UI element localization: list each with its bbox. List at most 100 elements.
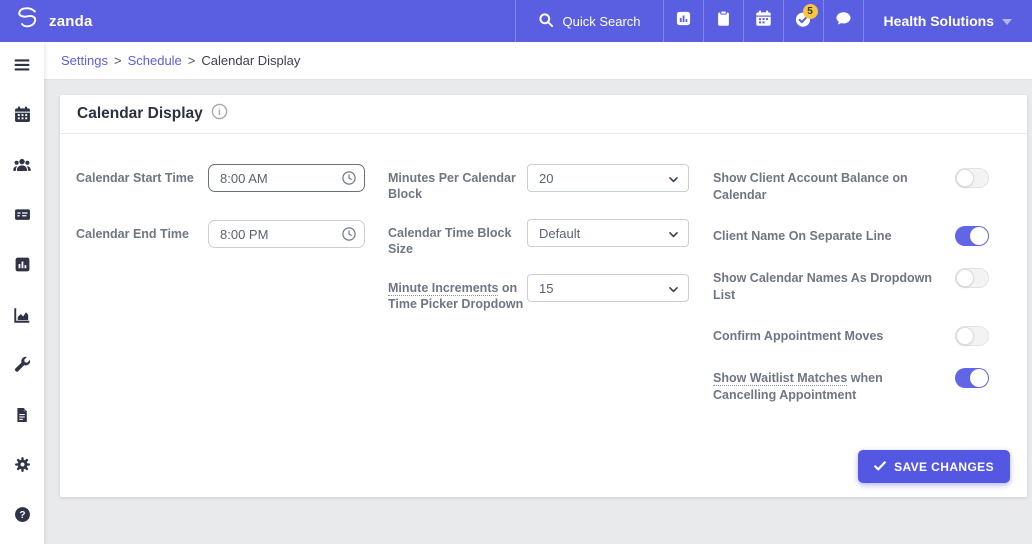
sidebar-item-documents[interactable]: [0, 392, 44, 442]
field-row-time-block-size: Calendar Time Block Size Default: [388, 219, 713, 257]
sidebar-item-settings[interactable]: [0, 442, 44, 492]
confirm-appointment-moves-toggle[interactable]: [955, 326, 989, 346]
time-block-size-select[interactable]: Default: [527, 219, 689, 247]
calendar-button[interactable]: [742, 0, 783, 42]
breadcrumb-current-page: Calendar Display: [201, 53, 301, 68]
minutes-per-block-label: Minutes Per Calendar Block: [388, 171, 516, 201]
minute-increments-tooltip-term[interactable]: Minute Increments: [388, 281, 499, 296]
minute-increments-select[interactable]: 15: [527, 274, 689, 302]
account-menu[interactable]: Health Solutions: [862, 0, 1032, 42]
calendar-start-time-label: Calendar Start Time: [76, 171, 194, 185]
sidebar-item-calendar[interactable]: [0, 92, 44, 142]
tasks-badge: 5: [802, 4, 818, 19]
toggle-knob: [970, 227, 988, 245]
toggle-row-confirm-appointment-moves: Confirm Appointment Moves: [713, 326, 989, 346]
calendar-start-time-wrap: [208, 164, 365, 192]
breadcrumb: Settings > Schedule > Calendar Display: [44, 42, 1032, 80]
top-navigation-bar: zanda Quick Search 5 Health Solutions: [0, 0, 1032, 42]
messages-button[interactable]: [822, 0, 863, 42]
toggle-knob: [956, 169, 974, 187]
sidebar-menu-button[interactable]: [0, 42, 44, 92]
calendar-names-dropdown-label: Show Calendar Names As Dropdown List: [713, 271, 933, 302]
time-block-size-label: Calendar Time Block Size: [388, 226, 512, 256]
help-icon: ?: [14, 506, 31, 528]
breadcrumb-schedule-link[interactable]: Schedule: [128, 53, 182, 68]
waitlist-matches-toggle[interactable]: [955, 368, 989, 388]
breadcrumb-settings-link[interactable]: Settings: [61, 53, 108, 68]
toggle-row-calendar-names-dropdown: Show Calendar Names As Dropdown List: [713, 268, 989, 304]
panel-title: Calendar Display: [77, 105, 203, 122]
quick-search-button[interactable]: Quick Search: [514, 0, 663, 42]
client-name-separate-line-toggle[interactable]: [955, 226, 989, 246]
calendar-icon: [755, 10, 772, 32]
field-row-calendar-end-time: Calendar End Time: [76, 220, 386, 248]
invoice-card-icon: [14, 206, 31, 228]
account-name: Health Solutions: [883, 13, 994, 29]
toggle-row-account-balance: Show Client Account Balance on Calendar: [713, 168, 989, 204]
calendar-end-time-label: Calendar End Time: [76, 227, 189, 241]
people-icon: [13, 156, 31, 179]
toggle-row-client-name-separate-line: Client Name On Separate Line: [713, 226, 989, 246]
toggles-column: Show Client Account Balance on Calendar …: [713, 168, 989, 426]
svg-text:?: ?: [19, 510, 25, 521]
document-icon: [14, 407, 30, 428]
chat-bubble-icon: [835, 10, 852, 32]
wrench-icon: [14, 356, 31, 378]
sidebar-item-help[interactable]: ?: [0, 492, 44, 542]
waitlist-matches-label: Show Waitlist Matches when Cancelling Ap…: [713, 368, 939, 404]
panel-header: Calendar Display i: [60, 95, 1027, 134]
toggle-knob: [970, 369, 988, 387]
bar-chart-icon: [675, 10, 692, 32]
toggle-knob: [956, 269, 974, 287]
menu-icon: [13, 56, 31, 79]
info-icon[interactable]: i: [211, 103, 228, 125]
field-row-calendar-start-time: Calendar Start Time: [76, 164, 386, 192]
sidebar-item-tools[interactable]: [0, 342, 44, 392]
toggle-knob: [956, 327, 974, 345]
time-block-size-value: Default: [539, 225, 581, 241]
account-balance-label: Show Client Account Balance on Calendar: [713, 171, 908, 202]
reports-chart-button[interactable]: [662, 0, 703, 42]
minutes-per-block-value: 20: [539, 170, 554, 186]
calendar-start-time-input[interactable]: [208, 164, 365, 192]
sidebar-item-analytics[interactable]: [0, 292, 44, 342]
minutes-per-block-select[interactable]: 20: [527, 164, 689, 192]
sidebar-item-reports[interactable]: [0, 242, 44, 292]
tasks-button[interactable]: 5: [782, 0, 823, 42]
gear-icon: [14, 456, 31, 478]
clipboard-icon: [715, 10, 732, 32]
calendar-icon: [14, 106, 31, 128]
sidebar: ?: [0, 42, 44, 544]
bar-chart-icon: [14, 256, 31, 278]
notes-button[interactable]: [702, 0, 743, 42]
brand-logo[interactable]: zanda: [0, 0, 93, 42]
confirm-appointment-moves-label: Confirm Appointment Moves: [713, 329, 884, 343]
calendar-end-time-input[interactable]: [208, 220, 365, 248]
calendar-names-dropdown-toggle[interactable]: [955, 268, 989, 288]
sidebar-item-clients[interactable]: [0, 142, 44, 192]
waitlist-matches-tooltip-term[interactable]: Show Waitlist Matches: [713, 371, 848, 386]
quick-search-label: Quick Search: [562, 13, 641, 29]
minute-increments-value: 15: [539, 280, 554, 296]
calendar-display-panel: Calendar Display i Calendar Start Time 8…: [60, 95, 1027, 497]
client-name-separate-line-label: Client Name On Separate Line: [713, 229, 892, 243]
account-balance-toggle[interactable]: [955, 168, 989, 188]
app-window: zanda Quick Search 5 Health Solutions ? …: [0, 0, 1032, 544]
field-row-minute-increments: Minute Increments on Time Picker Dropdow…: [388, 274, 713, 312]
save-changes-button[interactable]: SAVE CHANGES: [858, 450, 1010, 483]
field-row-minutes-per-block: Minutes Per Calendar Block 20: [388, 164, 713, 202]
select-fields-column: Minutes Per Calendar Block 20 Calendar T…: [388, 164, 713, 329]
breadcrumb-separator: >: [187, 53, 196, 68]
brand-name: zanda: [49, 12, 93, 30]
chevron-down-icon: [666, 227, 681, 245]
chevron-down-icon: [666, 172, 681, 190]
svg-text:i: i: [218, 107, 221, 118]
calendar-end-time-wrap: [208, 220, 365, 248]
minute-increments-label: Minute Increments on Time Picker Dropdow…: [388, 274, 527, 312]
time-fields-column: Calendar Start Time Calendar End Time: [76, 164, 386, 276]
sidebar-item-invoices[interactable]: [0, 192, 44, 242]
zanda-logo-icon: [12, 4, 42, 39]
search-icon: [538, 12, 554, 31]
chevron-down-icon: [666, 282, 681, 300]
